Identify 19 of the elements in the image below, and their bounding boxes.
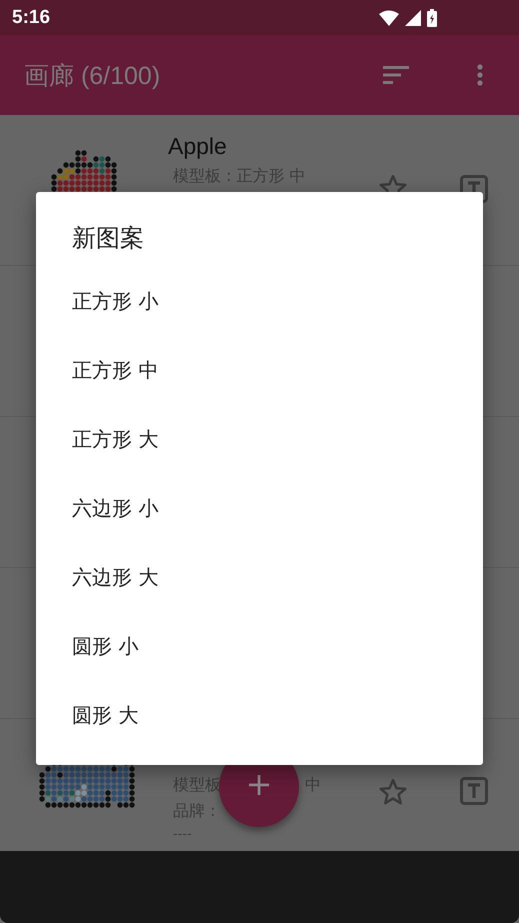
bead-pattern-drawing (51, 150, 117, 192)
dialog-option[interactable]: 六边形 大 (36, 543, 483, 612)
dialog-option[interactable]: 正方形 中 (36, 336, 483, 405)
dialog-option[interactable]: 圆形 大 (36, 681, 483, 750)
dialog-option[interactable]: 正方形 小 (36, 267, 483, 336)
dialog-option[interactable]: 正方形 大 (36, 405, 483, 474)
dialog-title: 新图案 (71, 223, 145, 254)
battery-icon (427, 8, 437, 26)
sort-icon[interactable] (383, 66, 409, 84)
star-icon[interactable] (378, 777, 408, 807)
dialog-option[interactable]: 六边形 小 (36, 474, 483, 543)
signal-icon (405, 10, 421, 26)
pattern-title: Apple (168, 133, 228, 160)
app-title: 画廊 (6/100) (24, 60, 162, 92)
pattern-notes: ---- (172, 827, 193, 842)
wifi-icon (379, 10, 399, 26)
dialog-option[interactable]: 圆形 小 (36, 612, 483, 681)
status-time: 5:16 (12, 6, 50, 28)
more-icon[interactable] (477, 64, 483, 86)
